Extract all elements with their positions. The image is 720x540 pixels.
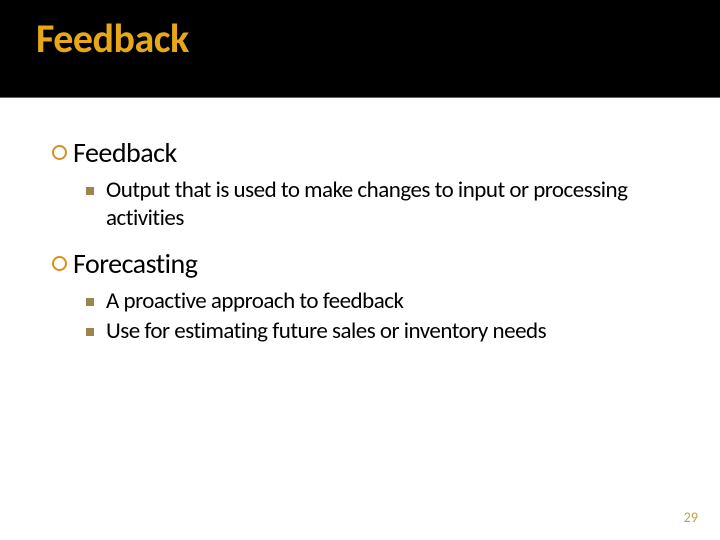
circle-bullet-icon xyxy=(52,256,67,271)
level2-text: A proactive approach to feedback xyxy=(106,287,403,316)
level2-list: A proactive approach to feedback Use for… xyxy=(86,287,668,347)
slide-title: Feedback xyxy=(36,14,720,63)
square-bullet-icon xyxy=(86,298,94,306)
page-number: 29 xyxy=(684,509,698,526)
bullet-level1: Feedback xyxy=(52,136,668,170)
bullet-level1: Forecasting xyxy=(52,247,668,281)
bullet-level2: Output that is used to make changes to i… xyxy=(86,176,668,234)
bullet-level2: Use for estimating future sales or inven… xyxy=(86,317,668,346)
level2-text: Use for estimating future sales or inven… xyxy=(106,317,546,346)
square-bullet-icon xyxy=(86,187,94,195)
level1-text: Feedback xyxy=(73,136,177,170)
title-band: Feedback xyxy=(0,0,720,98)
level2-list: Output that is used to make changes to i… xyxy=(86,176,668,234)
level2-text: Output that is used to make changes to i… xyxy=(106,176,668,234)
content-area: Feedback Output that is used to make cha… xyxy=(0,98,720,346)
level1-text: Forecasting xyxy=(73,247,197,281)
bullet-level2: A proactive approach to feedback xyxy=(86,287,668,316)
square-bullet-icon xyxy=(86,328,94,336)
circle-bullet-icon xyxy=(52,145,67,160)
